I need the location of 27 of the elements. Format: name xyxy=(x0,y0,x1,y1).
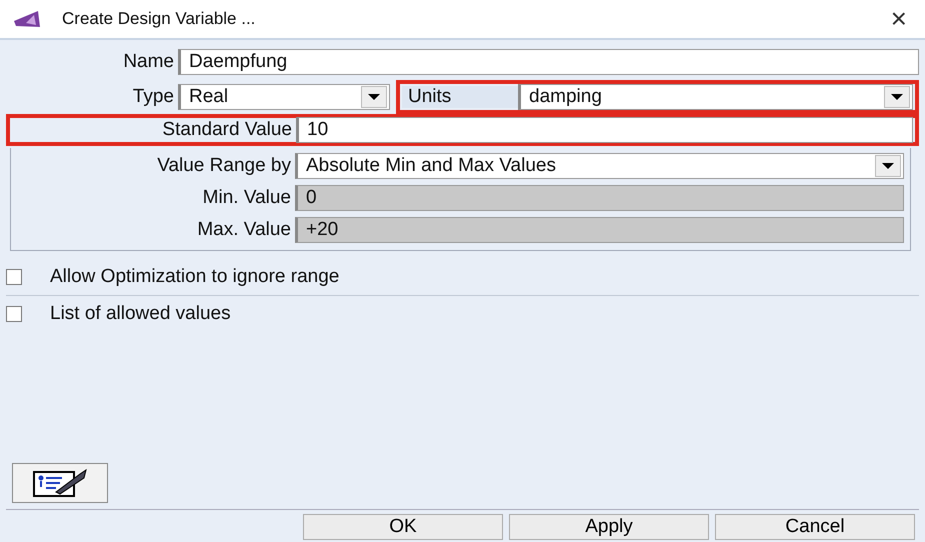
app-logo-icon xyxy=(12,9,42,29)
dropdown-arrow-icon xyxy=(368,94,380,100)
dropdown-arrow-icon xyxy=(891,94,903,100)
dialog-button[interactable]: OK xyxy=(303,514,503,540)
field-label: Name xyxy=(122,51,175,73)
field-label: Min. Value xyxy=(202,187,292,209)
range-dropdown[interactable]: Absolute Min and Max Values xyxy=(295,153,904,179)
standard-value-field[interactable]: 10 xyxy=(296,117,913,143)
window-title: Create Design Variable ... xyxy=(62,9,256,29)
comment-button[interactable] xyxy=(12,463,108,503)
checkbox-label: Allow Optimization to ignore range xyxy=(50,266,340,288)
units-dropdown[interactable]: damping xyxy=(518,84,913,110)
field-label: Type xyxy=(132,86,175,108)
checkbox-label: List of allowed values xyxy=(50,303,231,325)
name-field[interactable]: Daempfung xyxy=(178,49,919,75)
dialog-button[interactable]: Cancel xyxy=(715,514,915,540)
close-button[interactable]: × xyxy=(884,5,913,33)
field-label: Max. Value xyxy=(196,219,292,241)
field-label: Value Range by xyxy=(156,155,292,177)
field-label: Standard Value xyxy=(161,119,293,141)
note-pen-icon xyxy=(32,468,88,498)
dialog-button[interactable]: Apply xyxy=(509,514,709,540)
type-dropdown[interactable]: Real xyxy=(178,84,390,110)
checkbox[interactable] xyxy=(6,306,22,322)
units-label: Units xyxy=(402,86,518,108)
dropdown-arrow-icon xyxy=(882,163,894,169)
checkbox[interactable] xyxy=(6,269,22,285)
